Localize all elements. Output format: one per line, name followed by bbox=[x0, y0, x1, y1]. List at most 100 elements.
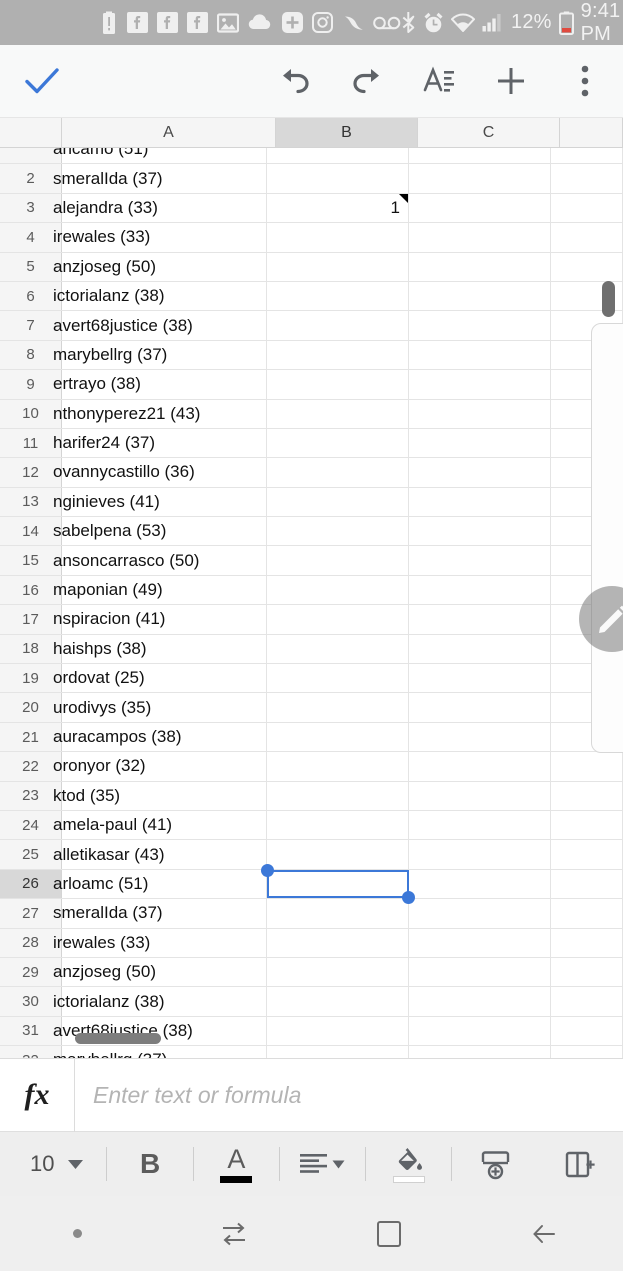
align-button[interactable] bbox=[280, 1132, 365, 1197]
grid-rows[interactable]: ancamo (51) 2 smeralIda (37) 3 alejandra (33… bbox=[0, 148, 623, 1058]
cell-a3[interactable]: alejandra (33) bbox=[53, 193, 267, 223]
back-button[interactable] bbox=[467, 1196, 623, 1271]
table-row[interactable]: 32marybellrg (37) bbox=[0, 1046, 623, 1058]
cell-a8[interactable]: marybellrg (37) bbox=[53, 340, 267, 370]
text-color-button[interactable]: A bbox=[194, 1132, 279, 1197]
cell-b8[interactable] bbox=[267, 340, 409, 370]
cell-a29[interactable]: anzjoseg (50) bbox=[53, 957, 267, 987]
cell-d30[interactable] bbox=[551, 987, 623, 1016]
cell-c20[interactable] bbox=[409, 693, 551, 722]
cell-d23[interactable] bbox=[551, 781, 623, 810]
cell-b25[interactable] bbox=[267, 840, 409, 869]
home-button[interactable] bbox=[312, 1196, 468, 1271]
table-row[interactable]: 10 nthonyperez21 (43) bbox=[0, 399, 623, 429]
table-row[interactable]: 16 maponian (49) bbox=[0, 575, 623, 606]
cell-a4[interactable]: irewales (33) bbox=[53, 223, 267, 252]
table-row[interactable]: 4 irewales (33) bbox=[0, 223, 623, 253]
cell-b32[interactable] bbox=[267, 1046, 409, 1058]
cell-c14[interactable] bbox=[409, 517, 551, 546]
cell-c11[interactable] bbox=[409, 428, 551, 458]
column-header-b[interactable]: B bbox=[276, 118, 418, 147]
redo-button[interactable] bbox=[331, 45, 403, 118]
table-row[interactable]: 26 arloamc (51) bbox=[0, 869, 623, 900]
insert-row-button[interactable] bbox=[452, 1132, 537, 1197]
cell-d[interactable] bbox=[551, 148, 623, 164]
fx-icon[interactable]: fx bbox=[0, 1078, 74, 1112]
bold-button[interactable]: B bbox=[107, 1132, 192, 1197]
font-size-selector[interactable]: 10 bbox=[0, 1151, 106, 1177]
cell-d29[interactable] bbox=[551, 957, 623, 987]
cell-b11[interactable] bbox=[267, 428, 409, 458]
cell-c30[interactable] bbox=[409, 987, 551, 1016]
cell-a5[interactable]: anzjoseg (50) bbox=[53, 252, 267, 281]
table-row[interactable]: 2 smeralIda (37) bbox=[0, 164, 623, 194]
cell-a13[interactable]: nginieves (41) bbox=[53, 487, 267, 517]
cell-b30[interactable] bbox=[267, 987, 409, 1016]
cell-d27[interactable] bbox=[551, 899, 623, 928]
cell-a32[interactable]: marybellrg (37) bbox=[53, 1046, 267, 1058]
cell-c28[interactable] bbox=[409, 928, 551, 957]
cell-c32[interactable] bbox=[409, 1046, 551, 1058]
cell-a2[interactable]: smeralIda (37) bbox=[53, 164, 267, 193]
table-row[interactable]: 13 nginieves (41) bbox=[0, 487, 623, 518]
cell-d5[interactable] bbox=[551, 252, 623, 281]
cell-b31[interactable] bbox=[267, 1016, 409, 1046]
column-header-d[interactable] bbox=[560, 118, 623, 147]
accept-button[interactable] bbox=[0, 67, 84, 95]
cell-d24[interactable] bbox=[551, 810, 623, 840]
cell-b7[interactable] bbox=[267, 311, 409, 340]
cell-a15[interactable]: ansoncarrasco (50) bbox=[53, 546, 267, 575]
cell-a[interactable]: ancamo (51) bbox=[53, 148, 267, 164]
cell-d31[interactable] bbox=[551, 1016, 623, 1046]
cell-c6[interactable] bbox=[409, 281, 551, 311]
cell-b9[interactable] bbox=[267, 370, 409, 399]
table-row[interactable]: 11 harifer24 (37) bbox=[0, 428, 623, 459]
table-row[interactable]: 22 oronyor (32) bbox=[0, 752, 623, 782]
cell-d32[interactable] bbox=[551, 1046, 623, 1058]
table-row[interactable]: 15 ansoncarrasco (50) bbox=[0, 546, 623, 576]
cell-b4[interactable] bbox=[267, 223, 409, 252]
cell-c12[interactable] bbox=[409, 458, 551, 487]
table-row[interactable]: 24 amela-paul (41) bbox=[0, 810, 623, 841]
cell-b13[interactable] bbox=[267, 487, 409, 517]
cell-c27[interactable] bbox=[409, 899, 551, 928]
table-row[interactable]: 12 ovannycastillo (36) bbox=[0, 458, 623, 488]
cell-a24[interactable]: amela-paul (41) bbox=[53, 810, 267, 840]
table-row[interactable]: 6 ictorialanz (38) bbox=[0, 281, 623, 312]
cell-c4[interactable] bbox=[409, 223, 551, 252]
cell-b21[interactable] bbox=[267, 722, 409, 752]
cell-b[interactable] bbox=[267, 148, 409, 164]
cell-b12[interactable] bbox=[267, 458, 409, 487]
cell-c5[interactable] bbox=[409, 252, 551, 281]
cell-a14[interactable]: sabelpena (53) bbox=[53, 517, 267, 546]
cell-a28[interactable]: irewales (33) bbox=[53, 928, 267, 957]
cell-a6[interactable]: ictorialanz (38) bbox=[53, 281, 267, 311]
cell-b23[interactable] bbox=[267, 781, 409, 810]
cell-c24[interactable] bbox=[409, 810, 551, 840]
cell-a20[interactable]: urodivys (35) bbox=[53, 693, 267, 722]
cell-b17[interactable] bbox=[267, 605, 409, 634]
cell-b16[interactable] bbox=[267, 575, 409, 605]
column-header-c[interactable]: C bbox=[418, 118, 560, 147]
cell-a30[interactable]: ictorialanz (38) bbox=[53, 987, 267, 1016]
cell-a26[interactable]: arloamc (51) bbox=[53, 869, 267, 899]
cell-d3[interactable] bbox=[551, 193, 623, 223]
cell-c23[interactable] bbox=[409, 781, 551, 810]
spreadsheet-area[interactable]: A B C ancamo (51) 2 smeralIda (37) 3 alejand… bbox=[0, 118, 623, 1058]
fill-color-button[interactable] bbox=[366, 1132, 451, 1197]
cell-b19[interactable] bbox=[267, 664, 409, 693]
cell-b28[interactable] bbox=[267, 928, 409, 957]
text-format-button[interactable] bbox=[403, 45, 475, 118]
cell-b10[interactable] bbox=[267, 399, 409, 428]
overflow-menu-button[interactable] bbox=[547, 45, 623, 118]
cell-a21[interactable]: auracampos (38) bbox=[53, 722, 267, 752]
table-row[interactable]: 23 ktod (35) bbox=[0, 781, 623, 811]
cell-a12[interactable]: ovannycastillo (36) bbox=[53, 458, 267, 487]
cell-c17[interactable] bbox=[409, 605, 551, 634]
undo-button[interactable] bbox=[259, 45, 331, 118]
table-row[interactable]: 3 alejandra (33) 1 bbox=[0, 193, 623, 224]
cell-b24[interactable] bbox=[267, 810, 409, 840]
cell-c8[interactable] bbox=[409, 340, 551, 370]
table-row[interactable]: ancamo (51) bbox=[0, 148, 623, 165]
menu-dot-button[interactable] bbox=[0, 1196, 156, 1271]
